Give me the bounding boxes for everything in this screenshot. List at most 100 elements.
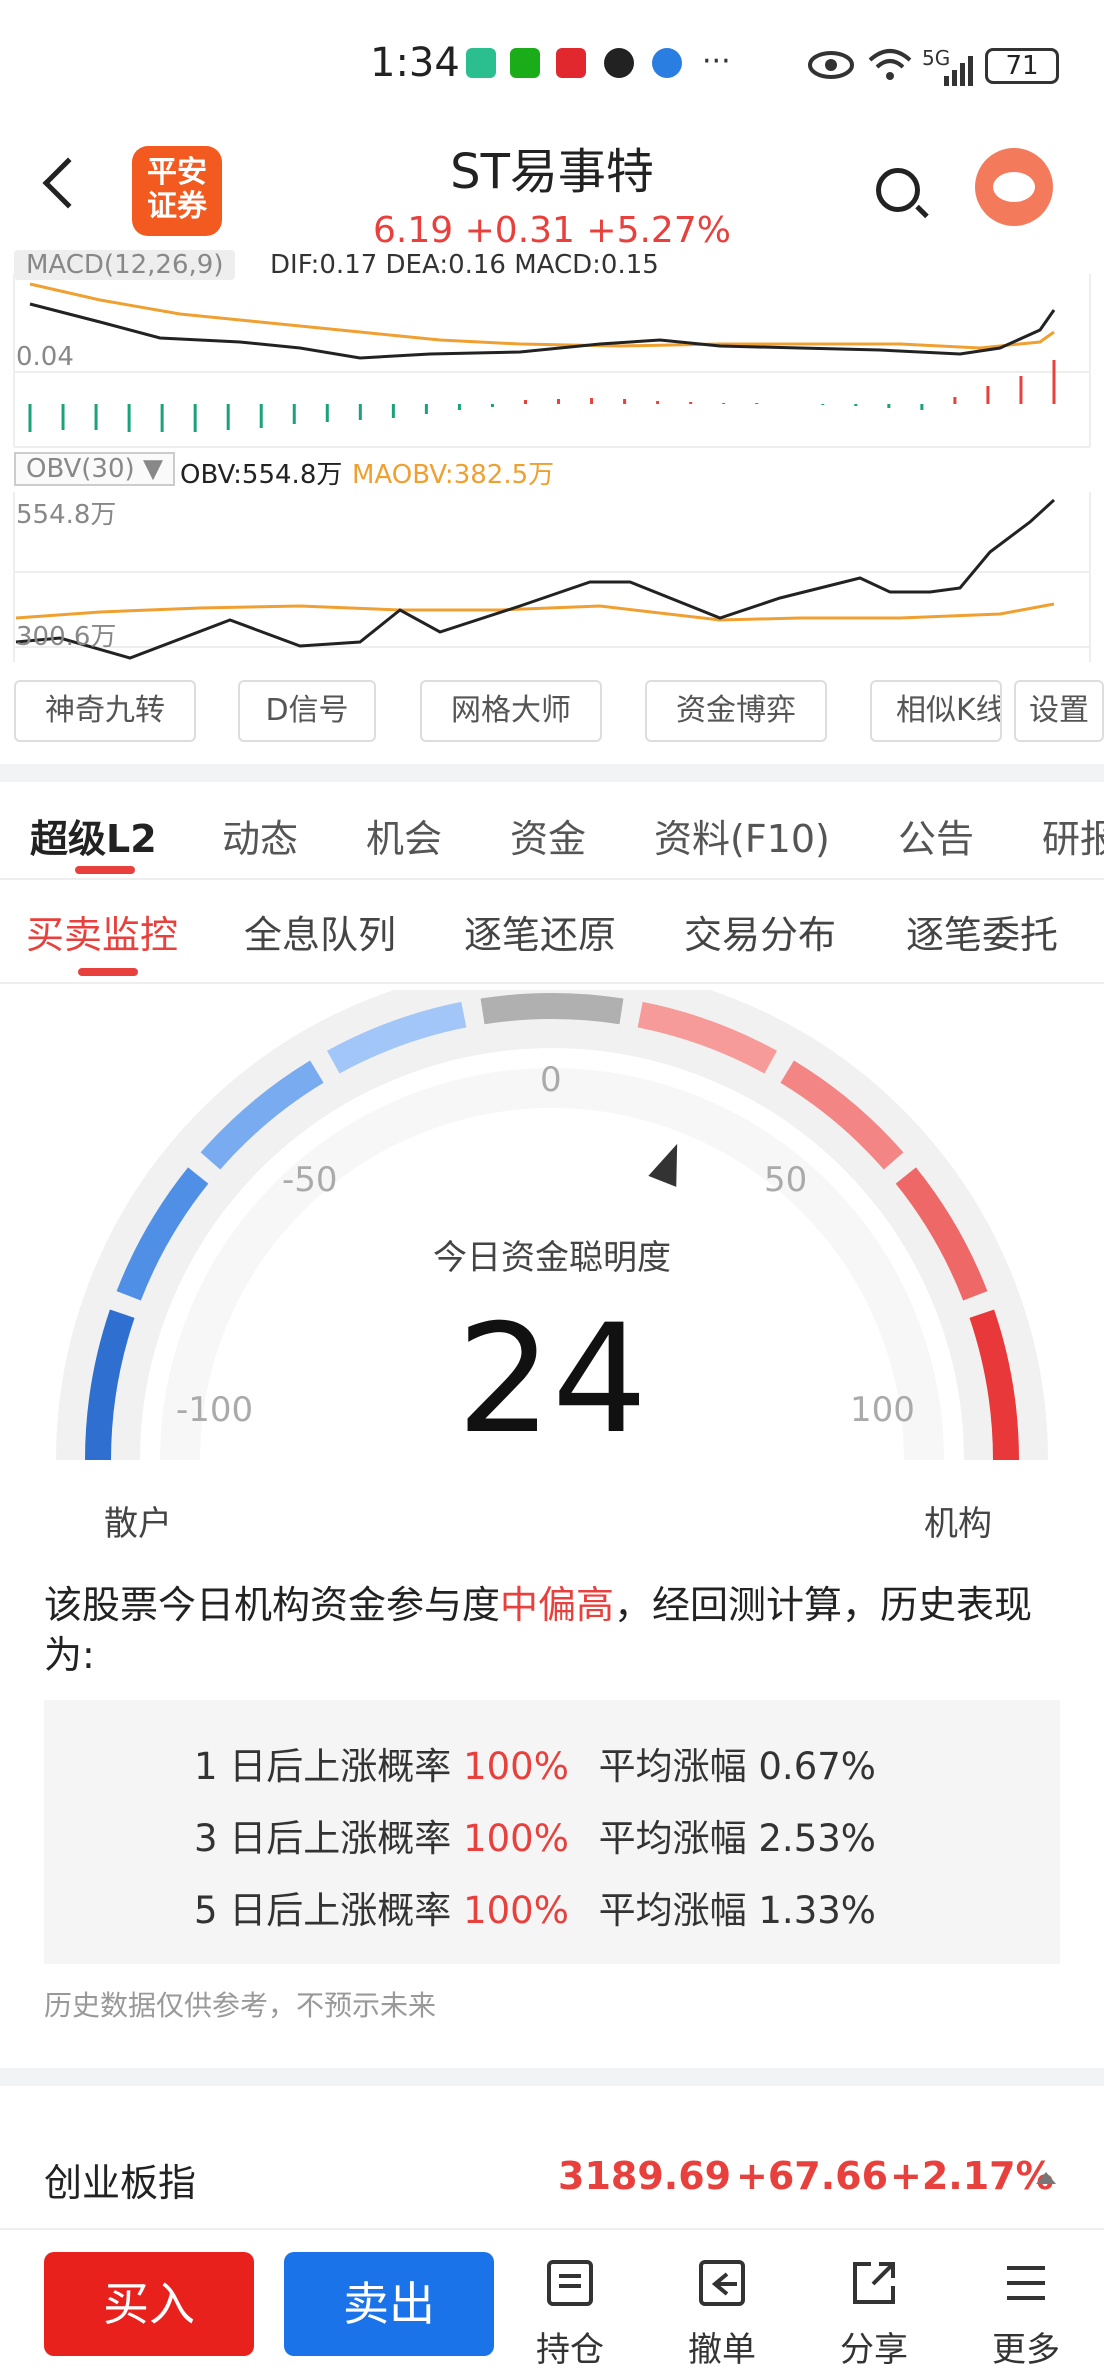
index-ticker[interactable]: 创业板指 3189.69 +67.66 +2.17% xyxy=(0,2124,1104,2230)
stock-quote: 6.19 +0.31 +5.27% xyxy=(0,210,1104,251)
desc-highlight: 中偏高 xyxy=(500,1583,615,1627)
wifi-icon xyxy=(868,49,912,80)
stock-change: +0.31 xyxy=(464,210,575,251)
backtest-stats: 1 日后上涨概率 100% 平均涨幅 0.67% 3 日后上涨概率 100% 平… xyxy=(44,1700,1060,1964)
macd-bar xyxy=(623,399,627,404)
macd-bar xyxy=(557,399,561,404)
tool-fund-game[interactable]: 资金博弈 xyxy=(645,680,827,742)
macd-bar xyxy=(953,397,957,404)
obv-min-tick: 300.6万 xyxy=(16,622,117,652)
buy-button[interactable]: 买入 xyxy=(44,2252,254,2356)
macd-bar xyxy=(722,403,726,404)
share-button[interactable]: 分享 xyxy=(814,2258,934,2370)
cancel-order-button[interactable]: 撤单 xyxy=(662,2258,782,2370)
obv-label[interactable]: OBV(30) ▼ xyxy=(14,452,175,486)
stock-change-pct: +5.27% xyxy=(586,210,731,251)
maobv-value: MAOBV:382.5万 xyxy=(352,460,555,490)
tool-nine-turn[interactable]: 神奇九转 xyxy=(14,680,196,742)
tab-opportunity[interactable]: 机会 xyxy=(366,808,442,863)
qq-icon xyxy=(604,48,634,78)
search-icon[interactable] xyxy=(876,168,920,212)
signal-icon xyxy=(944,56,973,86)
macd-bar xyxy=(821,404,825,405)
stock-price: 6.19 xyxy=(373,210,454,251)
tool-grid-master[interactable]: 网格大师 xyxy=(420,680,602,742)
participation-description: 该股票今日机构资金参与度中偏高，经回测计算，历史表现为: xyxy=(44,1580,1064,1680)
desc-prefix: 该股票今日机构资金参与度 xyxy=(44,1583,501,1627)
obv-value: OBV:554.8万 xyxy=(180,460,343,490)
tick-0: 0 xyxy=(540,1060,562,1100)
tab-news[interactable]: 动态 xyxy=(222,808,298,863)
stats-days: 1 日后上涨概率 xyxy=(194,1745,452,1788)
main-tabs: 超级L2 动态 机会 资金 资料(F10) 公告 研报 xyxy=(0,790,1104,880)
menu-icon xyxy=(1007,2266,1045,2300)
macd-bar xyxy=(523,400,527,404)
index-value: 3189.69 xyxy=(558,2154,732,2198)
share-icon xyxy=(853,2262,895,2304)
stats-avg: 1.33% xyxy=(758,1889,876,1932)
tick-minus-50: -50 xyxy=(282,1160,338,1200)
label-retail: 散户 xyxy=(104,1504,172,1544)
position-button[interactable]: 持仓 xyxy=(510,2258,630,2370)
eye-icon xyxy=(808,51,854,79)
dropdown-icon: ▼ xyxy=(142,454,163,484)
macd-bar xyxy=(854,404,858,406)
macd-bar xyxy=(457,404,461,410)
index-pct: +2.17% xyxy=(890,2154,1054,2198)
tab-announcements[interactable]: 公告 xyxy=(898,808,974,863)
tab-research[interactable]: 研报 xyxy=(1042,808,1104,863)
stats-row: 5 日后上涨概率 100% 平均涨幅 1.33% xyxy=(194,1880,876,1934)
subtab-trade-monitor[interactable]: 买卖监控 xyxy=(26,904,178,976)
browser-icon xyxy=(652,48,682,78)
tool-settings[interactable]: 设置 xyxy=(1014,680,1104,742)
label-institution: 机构 xyxy=(924,1504,992,1544)
subtab-trade-distribution[interactable]: 交易分布 xyxy=(684,904,836,959)
divider xyxy=(0,2068,1104,2086)
macd-bar xyxy=(689,402,693,404)
share-label: 分享 xyxy=(840,2330,908,2370)
battery-icon: 71 xyxy=(985,48,1059,84)
indicator-chart: MACD(12,26,9) DIF:0.17 DEA:0.16 MACD:0.1… xyxy=(0,250,1104,662)
stats-row: 3 日后上涨概率 100% 平均涨幅 2.53% xyxy=(194,1808,876,1862)
subtab-full-queue[interactable]: 全息队列 xyxy=(244,904,396,959)
stats-avg: 0.67% xyxy=(758,1745,876,1788)
more-label: 更多 xyxy=(992,2330,1060,2370)
macd-bar xyxy=(28,404,32,432)
more-notifications-icon: ··· xyxy=(702,44,731,79)
stats-prob: 100% xyxy=(463,1817,569,1860)
tool-similar-k[interactable]: 相似K线 xyxy=(870,680,1002,742)
tab-f10[interactable]: 资料(F10) xyxy=(654,808,830,863)
expand-up-icon[interactable] xyxy=(1036,2172,1056,2184)
more-button[interactable]: 更多 xyxy=(966,2258,1086,2370)
macd-bar xyxy=(424,404,428,414)
stats-avg: 2.53% xyxy=(758,1817,876,1860)
stats-days: 3 日后上涨概率 xyxy=(194,1817,452,1860)
subtab-tick-orders[interactable]: 逐笔委托 xyxy=(906,904,1058,959)
assistant-avatar[interactable] xyxy=(975,148,1053,226)
tool-buttons: 神奇九转 D信号 网格大师 资金博弈 相似K线 设置 xyxy=(0,680,1104,744)
index-change: +67.66 xyxy=(736,2154,889,2198)
macd-bar xyxy=(490,404,494,407)
gauge-title: 今日资金聪明度 xyxy=(433,1238,671,1278)
macd-bar xyxy=(1019,376,1023,404)
macd-bar xyxy=(1052,360,1056,404)
gauge-segment xyxy=(480,993,624,1025)
sell-button[interactable]: 卖出 xyxy=(284,2252,494,2356)
tool-d-signal[interactable]: D信号 xyxy=(238,680,376,742)
position-icon xyxy=(547,2260,593,2306)
divider xyxy=(0,764,1104,782)
wechat-icon xyxy=(510,48,540,78)
notification-icon xyxy=(556,48,586,78)
stats-avg-label: 平均涨幅 xyxy=(598,1889,747,1932)
bottom-action-bar: 买入 卖出 持仓 撤单 分享 更多 xyxy=(0,2232,1104,2376)
cancel-order-label: 撤单 xyxy=(688,2330,756,2370)
macd-bar xyxy=(226,404,230,430)
cancel-order-icon xyxy=(699,2260,745,2306)
stats-prob: 100% xyxy=(463,1889,569,1932)
tab-funds[interactable]: 资金 xyxy=(510,808,586,863)
tab-super-l2[interactable]: 超级L2 xyxy=(30,808,157,874)
sub-tabs: 买卖监控 全息队列 逐笔还原 交易分布 逐笔委托 xyxy=(0,884,1104,984)
subtab-tick-restore[interactable]: 逐笔还原 xyxy=(464,904,616,959)
obv-line xyxy=(15,498,1056,660)
macd-bar xyxy=(887,404,891,408)
